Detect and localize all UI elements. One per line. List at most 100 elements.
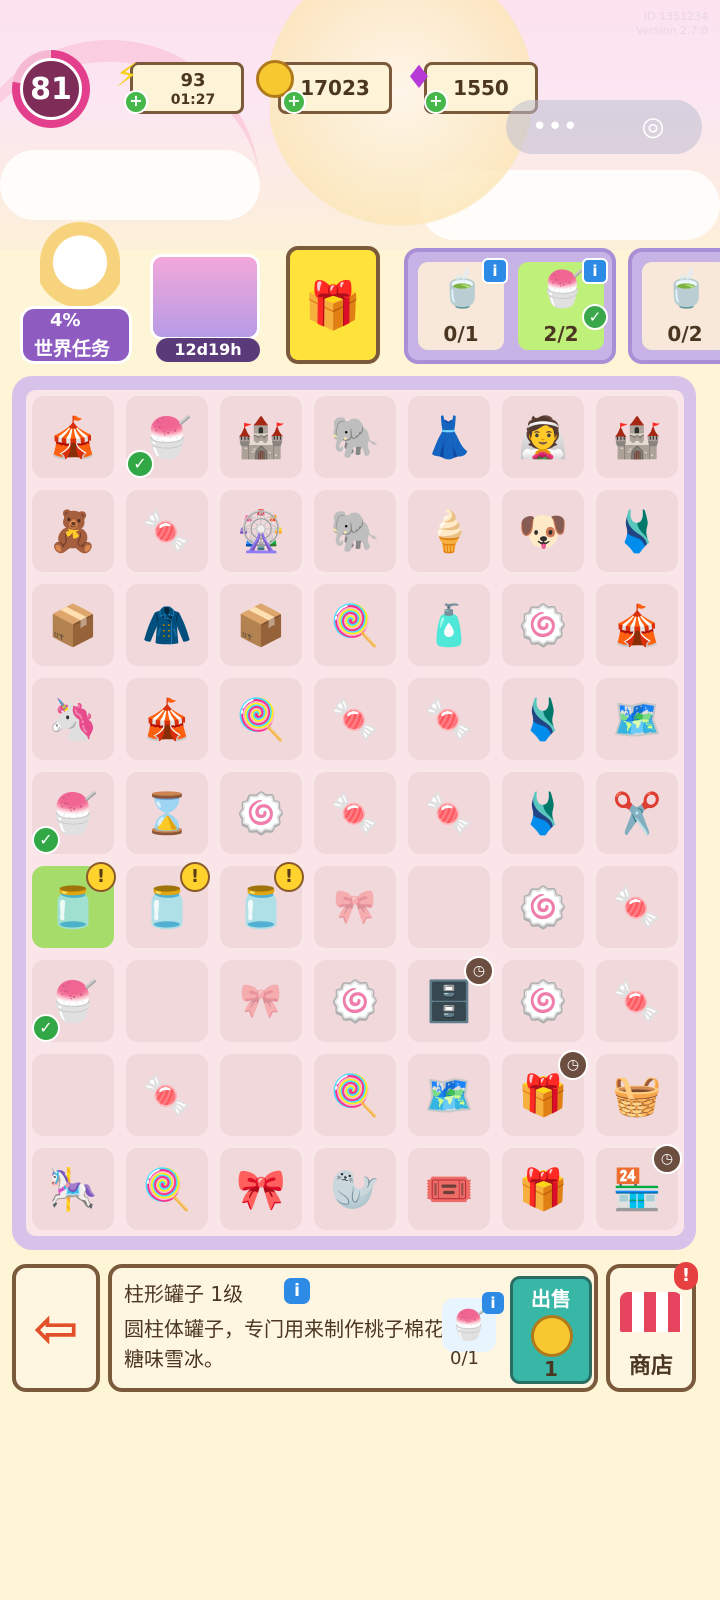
board-cell[interactable]: 🍥 [214, 766, 308, 860]
board-cell[interactable]: 🍬 [308, 766, 402, 860]
board-item[interactable]: 🍥 [319, 965, 391, 1037]
board-cell[interactable]: 🍬 [402, 766, 496, 860]
board-cell[interactable]: 🍬 [590, 860, 684, 954]
board-cell[interactable]: 🐘 [308, 484, 402, 578]
board-item[interactable]: 🦄 [37, 683, 109, 755]
order-info-icon[interactable]: i [482, 258, 508, 284]
board-cell[interactable]: 🫙! [26, 860, 120, 954]
board-cell[interactable] [26, 1048, 120, 1142]
board-item[interactable]: 🍥 [507, 871, 579, 943]
add-gems-button[interactable]: + [424, 90, 448, 114]
board-cell[interactable]: 🎪 [26, 390, 120, 484]
board-cell[interactable]: 🍬 [308, 672, 402, 766]
board-item[interactable]: 🍬 [319, 777, 391, 849]
board-item[interactable]: 🍭 [319, 1059, 391, 1131]
board-cell[interactable]: 🎪 [590, 578, 684, 672]
board-item[interactable]: 🍥 [507, 589, 579, 661]
board-item[interactable]: 🎪 [37, 401, 109, 473]
board-item[interactable]: 🍭 [131, 1153, 203, 1225]
board-cell[interactable]: 🍧 ✓ [26, 954, 120, 1048]
board-cell[interactable]: 🏰 [590, 390, 684, 484]
board-cell[interactable]: 🍬 [590, 954, 684, 1048]
board-cell[interactable]: 🍧 ✓ [120, 390, 214, 484]
board-cell[interactable]: 👗 [402, 390, 496, 484]
board-item[interactable]: 🦭 [319, 1153, 391, 1225]
board-item[interactable]: ⌛ [131, 777, 203, 849]
miniprogram-capsule[interactable]: ••• ◎ [506, 100, 702, 154]
board-item[interactable]: 🍬 [413, 777, 485, 849]
item-info-icon[interactable]: i [284, 1278, 310, 1304]
sell-button[interactable]: 出售 1 [510, 1276, 592, 1384]
shop-button[interactable]: 商店 ! [606, 1262, 698, 1392]
board-item[interactable]: 🍬 [131, 1059, 203, 1131]
board-cell[interactable]: 📦 [214, 578, 308, 672]
board-item[interactable]: 🗺️ [601, 683, 673, 755]
board-cell[interactable]: 🍥 [496, 954, 590, 1048]
event-button[interactable]: 12d19h [146, 250, 266, 362]
board-cell[interactable]: 🎪 [120, 672, 214, 766]
board-cell[interactable]: 🗺️ [590, 672, 684, 766]
board-cell[interactable]: 🦭 [308, 1142, 402, 1236]
board-item[interactable]: 🎟️ [413, 1153, 485, 1225]
add-energy-button[interactable]: + [124, 90, 148, 114]
add-coins-button[interactable]: + [282, 90, 306, 114]
board-cell[interactable]: 🍭 [120, 1142, 214, 1236]
board-cell[interactable]: 🍥 [496, 860, 590, 954]
board-cell[interactable]: 🏰 [214, 390, 308, 484]
board-item[interactable]: 🍬 [601, 871, 673, 943]
board-cell[interactable]: 📦 [26, 578, 120, 672]
board-item[interactable]: 🎪 [131, 683, 203, 755]
board-item[interactable]: 🏰 [225, 401, 297, 473]
board-item[interactable]: 🩱 [601, 495, 673, 567]
board-cell[interactable]: 🍭 [308, 1048, 402, 1142]
exit-button[interactable]: ⇦ [12, 1264, 100, 1392]
board-item[interactable]: 🐘 [319, 495, 391, 567]
more-options-icon[interactable]: ••• [532, 107, 578, 147]
board-item[interactable]: 🧴 [413, 589, 485, 661]
board-item[interactable]: 🐶 [507, 495, 579, 567]
board-item[interactable]: 🍬 [413, 683, 485, 755]
board-cell[interactable]: 🍬 [120, 1048, 214, 1142]
player-level-badge[interactable]: 81 [12, 50, 90, 128]
close-target-icon[interactable]: ◎ [633, 107, 673, 147]
world-task-button[interactable]: 4% 世界任务 [20, 222, 132, 364]
board-cell[interactable]: 🫙! [214, 860, 308, 954]
board-cell[interactable]: 🩱 [590, 484, 684, 578]
board-item[interactable]: 🍭 [319, 589, 391, 661]
order-slot[interactable]: 🍧 i ✓ 2/2 [518, 258, 608, 350]
board-cell[interactable] [214, 1048, 308, 1142]
board-item[interactable]: 🍦 [413, 495, 485, 567]
board-cell[interactable] [120, 954, 214, 1048]
board-cell[interactable]: 🍬 [120, 484, 214, 578]
board-cell[interactable]: 🏪 ◷ [590, 1142, 684, 1236]
board-cell[interactable]: 🩱 [496, 766, 590, 860]
order-slot[interactable]: 🍵 i 0/1 [418, 258, 508, 350]
board-cell[interactable]: 🎁 ◷ [496, 1048, 590, 1142]
board-item[interactable]: 🧸 [37, 495, 109, 567]
order-info-icon[interactable]: i [582, 258, 608, 284]
board-cell[interactable]: 🗄️ ◷ [402, 954, 496, 1048]
board-cell[interactable]: 🧴 [402, 578, 496, 672]
board-item[interactable]: 🍥 [507, 965, 579, 1037]
board-item[interactable]: 🧺 [601, 1059, 673, 1131]
board-cell[interactable]: 🎀 [214, 954, 308, 1048]
board-item[interactable]: 🩱 [507, 777, 579, 849]
board-item[interactable]: 🍭 [225, 683, 297, 755]
board-cell[interactable]: 🧥 [120, 578, 214, 672]
board-cell[interactable] [402, 860, 496, 954]
board-cell[interactable]: 🍥 [308, 954, 402, 1048]
board-item[interactable]: 🎁 [507, 1153, 579, 1225]
board-cell[interactable]: 🍬 [402, 672, 496, 766]
board-item[interactable]: 🏰 [601, 401, 673, 473]
board-cell[interactable]: 🗺️ [402, 1048, 496, 1142]
board-item[interactable]: 🎠 [37, 1153, 109, 1225]
board-item[interactable]: 🧥 [131, 589, 203, 661]
order-slot[interactable]: 🍵 0/2 [642, 262, 720, 350]
board-item[interactable]: 👰 [507, 401, 579, 473]
board-item[interactable]: 🗺️ [413, 1059, 485, 1131]
board-cell[interactable]: 🍥 [496, 578, 590, 672]
board-cell[interactable]: 👰 [496, 390, 590, 484]
board-cell[interactable]: 🐘 [308, 390, 402, 484]
board-cell[interactable]: 🫙! [120, 860, 214, 954]
board-cell[interactable]: 🎠 [26, 1142, 120, 1236]
